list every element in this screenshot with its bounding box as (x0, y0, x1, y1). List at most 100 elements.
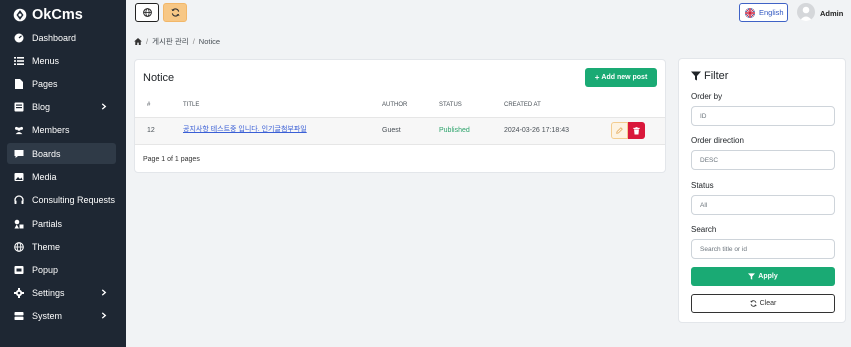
order-direction-label: Order direction (691, 136, 744, 145)
site-globe-button[interactable] (135, 3, 159, 22)
sidebar-item-popup[interactable]: Popup (7, 259, 116, 280)
sidebar-item-blog[interactable]: Blog (7, 96, 116, 117)
uk-flag-icon (745, 7, 755, 18)
gear-icon (14, 287, 24, 298)
sidebar-item-label: Partials (32, 218, 63, 229)
sidebar-item-members[interactable]: Members (7, 119, 116, 140)
brand[interactable]: OkCms (0, 0, 126, 30)
avatar[interactable] (797, 3, 815, 21)
sidebar-item-menus[interactable]: Menus (7, 50, 116, 71)
pagination-info: Page 1 of 1 pages (143, 156, 200, 163)
topbar: English Admin (126, 0, 851, 26)
delete-button[interactable] (628, 122, 645, 139)
file-icon (14, 78, 24, 89)
sidebar-item-label: Members (32, 124, 70, 135)
order-by-value: ID (700, 112, 707, 120)
sidebar-item-label: Settings (32, 287, 65, 298)
refresh-icon (170, 8, 180, 17)
filter-panel: Filter Order by ID Order direction DESC … (678, 58, 846, 323)
edit-button[interactable] (611, 122, 628, 139)
sidebar-item-settings[interactable]: Settings (7, 282, 116, 303)
home-icon[interactable] (134, 38, 142, 45)
headset-icon (14, 194, 24, 205)
language-selector[interactable]: English (739, 3, 788, 22)
board-card: Notice + Add new post # TITLE AUTHOR STA… (134, 59, 666, 173)
breadcrumb: / 게시판 관리 / Notice (134, 36, 220, 47)
column-header-created-at[interactable]: CREATED AT (504, 102, 541, 108)
globe-icon (142, 8, 152, 17)
trash-icon (633, 126, 640, 134)
sidebar-item-dashboard[interactable]: Dashboard (7, 27, 116, 48)
cell-id: 12 (147, 127, 155, 134)
user-name[interactable]: Admin (820, 9, 843, 18)
refresh-icon (749, 300, 757, 307)
cell-created-at: 2024-03-26 17:18:43 (504, 127, 569, 134)
comment-icon (14, 149, 24, 159)
popup-icon (14, 265, 24, 275)
brand-name: OkCms (32, 7, 83, 23)
add-post-button[interactable]: + Add new post (585, 68, 657, 87)
sidebar-item-label: Menus (32, 55, 60, 66)
clear-button[interactable]: Clear (691, 294, 835, 313)
sidebar-item-consulting-requests[interactable]: Consulting Requests (7, 189, 116, 210)
globe-icon (14, 241, 24, 252)
sidebar-item-theme[interactable]: Theme (7, 236, 116, 257)
page-title: Notice (143, 72, 175, 84)
column-header-status[interactable]: STATUS (439, 102, 462, 108)
filter-title-label: Filter (704, 70, 729, 82)
users-icon (14, 125, 24, 135)
status-label: Status (691, 181, 714, 190)
sidebar-item-partials[interactable]: Partials (7, 213, 116, 234)
filter-icon (748, 273, 756, 280)
status-value: All (700, 201, 708, 209)
list-icon (14, 56, 24, 66)
filter-icon (691, 71, 701, 81)
chevron-right-icon (101, 103, 107, 110)
sidebar-item-label: Blog (32, 101, 51, 112)
breadcrumb-separator: / (192, 37, 195, 46)
sidebar-item-label: Media (32, 171, 57, 182)
logo-icon (13, 8, 27, 22)
order-direction-field[interactable]: DESC (691, 150, 835, 170)
sidebar-item-pages[interactable]: Pages (7, 73, 116, 94)
sidebar-item-system[interactable]: System (7, 305, 116, 326)
column-header-id: # (147, 102, 151, 108)
status-select[interactable]: All (691, 195, 835, 215)
column-header-author[interactable]: AUTHOR (382, 102, 407, 108)
add-post-label: Add new post (601, 74, 648, 81)
search-placeholder: Search title or id (700, 245, 747, 253)
sidebar-item-label: Pages (32, 78, 58, 89)
apply-label: Apply (758, 273, 778, 280)
sidebar-item-label: Dashboard (32, 32, 77, 43)
sidebar-item-label: Consulting Requests (32, 194, 116, 205)
order-by-label: Order by (691, 92, 723, 101)
search-label: Search (691, 225, 717, 234)
language-label: English (759, 8, 784, 17)
cell-author: Guest (382, 127, 401, 134)
server-icon (14, 311, 24, 321)
sidebar-item-label: Popup (32, 264, 59, 275)
image-icon (14, 172, 24, 182)
post-title-link[interactable]: 공지사항 테스트중 입니다. 인기글첨부파일 (183, 124, 307, 134)
clear-label: Clear (759, 300, 777, 307)
sidebar-item-media[interactable]: Media (7, 166, 116, 187)
sidebar: OkCms Dashboard Menus Pages Blog Members… (0, 0, 126, 347)
user-icon (799, 6, 813, 21)
filter-title: Filter (691, 70, 728, 82)
order-direction-value: DESC (700, 156, 719, 164)
plus-icon: + (594, 73, 600, 82)
blog-icon (14, 102, 24, 112)
sidebar-item-boards[interactable]: Boards (7, 143, 116, 164)
order-by-field[interactable]: ID (691, 106, 835, 126)
column-header-title[interactable]: TITLE (183, 102, 199, 108)
breadcrumb-item-board-management[interactable]: 게시판 관리 (152, 36, 189, 47)
apply-button[interactable]: Apply (691, 267, 835, 286)
refresh-button[interactable] (163, 3, 187, 22)
status-badge: Published (439, 127, 470, 134)
sidebar-item-label: System (32, 310, 63, 321)
pencil-icon (616, 127, 623, 134)
chevron-right-icon (101, 289, 107, 296)
chevron-right-icon (101, 312, 107, 319)
sidebar-item-label: Theme (32, 241, 61, 252)
search-input[interactable]: Search title or id (691, 239, 835, 259)
